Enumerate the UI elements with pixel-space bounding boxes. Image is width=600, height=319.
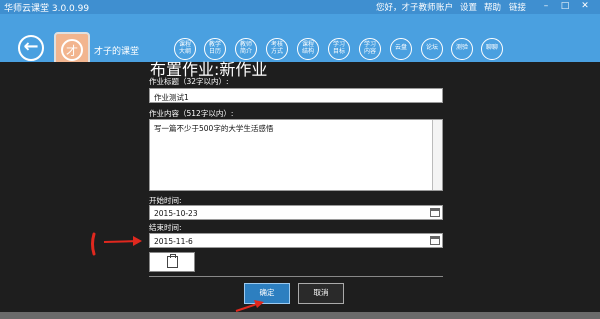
course-header: ← 才 才子的课堂 课程 大纲 教学 日历 教师 简介 考核 方式 课程 结构 学习 目标 … bbox=[0, 14, 600, 68]
link-link[interactable]: 链接 bbox=[509, 1, 526, 13]
account-link[interactable]: 账户 bbox=[436, 1, 453, 13]
nav-learning-content[interactable]: 学习 内容 bbox=[359, 38, 381, 60]
avatar-char: 才 bbox=[61, 39, 83, 61]
title-bar: 华师云课堂 3.0.0.99 您好，才子教师 账户 设置 帮助 链接 – □ ✕ bbox=[0, 0, 600, 14]
start-date-value: 2015-10-23 bbox=[154, 209, 198, 218]
close-icon[interactable]: ✕ bbox=[580, 1, 590, 12]
nav-chat[interactable]: 聊聊 bbox=[481, 38, 503, 60]
minimize-icon[interactable]: – bbox=[541, 1, 551, 12]
help-link[interactable]: 帮助 bbox=[484, 1, 501, 13]
title-input[interactable]: 作业测试1 bbox=[149, 88, 443, 103]
nav-forum[interactable]: 论坛 bbox=[421, 38, 443, 60]
title-label: 作业标题（32字以内）: bbox=[149, 77, 229, 86]
nav-quiz[interactable]: 测验 bbox=[451, 38, 473, 60]
divider bbox=[149, 276, 443, 277]
bottom-strip bbox=[0, 312, 600, 319]
back-arrow-icon[interactable]: ← bbox=[18, 35, 44, 61]
nav-learning-goals[interactable]: 学习 目标 bbox=[328, 38, 350, 60]
annotation-arrow-icon bbox=[235, 300, 264, 312]
nav-assessment[interactable]: 考核 方式 bbox=[266, 38, 288, 60]
end-time-label: 结束时间: bbox=[149, 223, 182, 232]
maximize-icon[interactable]: □ bbox=[560, 1, 570, 12]
content-label: 作业内容（512字以内）: bbox=[149, 109, 234, 118]
calendar-icon[interactable] bbox=[430, 208, 440, 217]
content-scrollbar[interactable] bbox=[432, 120, 442, 190]
end-date-field[interactable]: 2015-11-6 bbox=[149, 233, 443, 248]
calendar-icon[interactable] bbox=[430, 236, 440, 245]
content-textarea[interactable]: 写一篇不少于500字的大学生活感悟 bbox=[149, 119, 443, 191]
greeting-text: 您好，才子教师 bbox=[376, 3, 436, 13]
settings-link[interactable]: 设置 bbox=[460, 1, 477, 13]
start-date-field[interactable]: 2015-10-23 bbox=[149, 205, 443, 220]
cancel-button[interactable]: 取消 bbox=[298, 283, 344, 304]
content-text: 写一篇不少于500字的大学生活感悟 bbox=[154, 124, 274, 133]
attach-file-button[interactable] bbox=[149, 252, 195, 272]
nav-cloud-drive[interactable]: 云盘 bbox=[390, 38, 412, 60]
annotation-arrow-icon bbox=[91, 232, 142, 256]
end-date-value: 2015-11-6 bbox=[154, 237, 193, 246]
clipboard-icon bbox=[167, 254, 178, 268]
course-title: 才子的课堂 bbox=[94, 47, 140, 57]
nav-course-structure[interactable]: 课程 结构 bbox=[297, 38, 319, 60]
app-title: 华师云课堂 3.0.0.99 bbox=[4, 4, 90, 14]
